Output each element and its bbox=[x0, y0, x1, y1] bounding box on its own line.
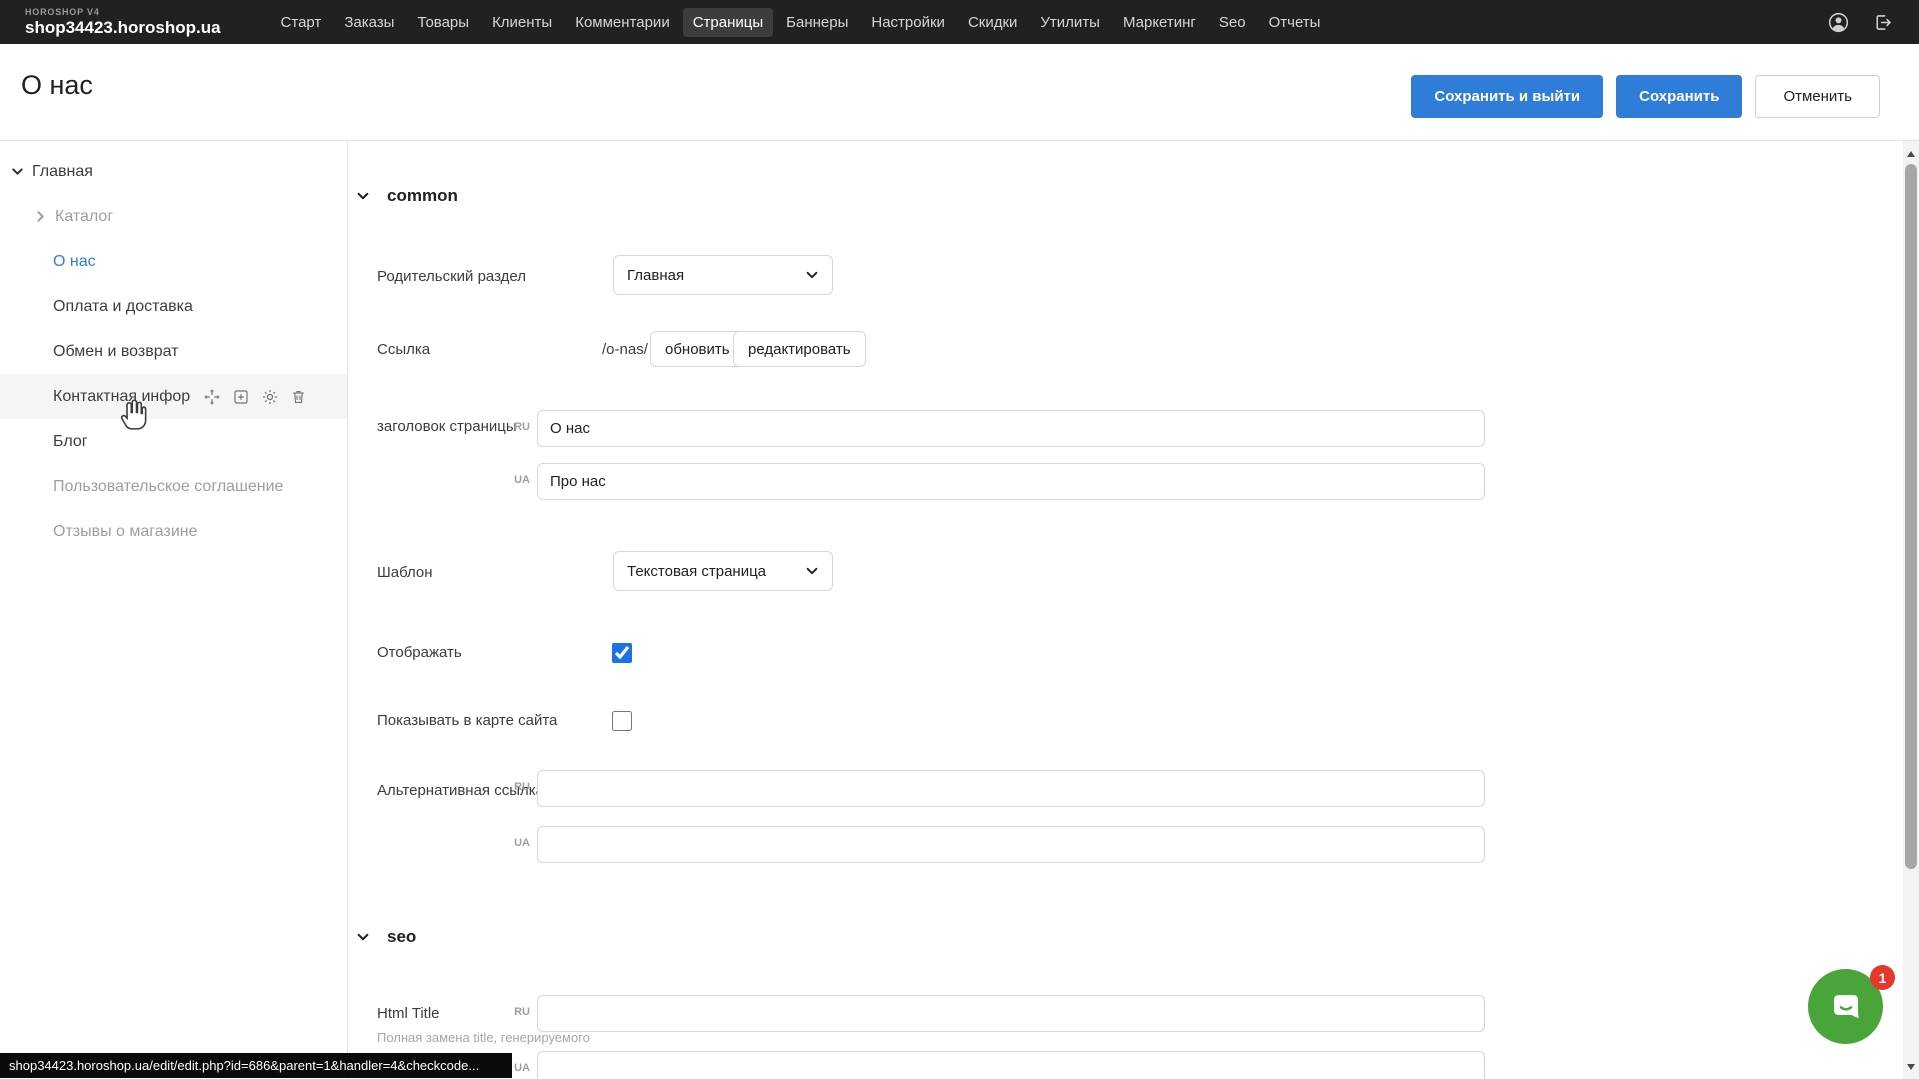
app-root: HOROSHOP V4 shop34423.horoshop.ua Старт … bbox=[0, 0, 1919, 1079]
section-title: common bbox=[387, 186, 458, 206]
link-refresh-button[interactable]: обновить bbox=[650, 331, 745, 367]
nav-seo[interactable]: Seo bbox=[1209, 8, 1256, 37]
sidebar-item-label: Отзывы о магазине bbox=[53, 523, 198, 541]
html-title-ua-input[interactable] bbox=[537, 1051, 1485, 1079]
section-common[interactable]: common bbox=[356, 186, 458, 206]
sidebar-item-about-us[interactable]: О нас bbox=[0, 239, 347, 284]
link-label: Ссылка bbox=[377, 341, 430, 358]
cancel-button[interactable]: Отменить bbox=[1755, 75, 1880, 118]
section-seo[interactable]: seo bbox=[356, 927, 416, 947]
status-url-tooltip: shop34423.horoshop.ua/edit/edit.php?id=6… bbox=[0, 1053, 512, 1078]
nav-discounts[interactable]: Скидки bbox=[958, 8, 1027, 37]
lang-badge-ru: RU bbox=[500, 421, 530, 433]
html-title-hint: Полная замена title, генерируемого bbox=[377, 1030, 590, 1045]
row-action-icons bbox=[203, 388, 307, 406]
parent-section-select[interactable]: Главная bbox=[613, 255, 833, 295]
status-url-text: shop34423.horoshop.ua/edit/edit.php?id=6… bbox=[9, 1058, 479, 1073]
sidebar-item-label: Главная bbox=[32, 163, 93, 181]
chat-widget-button[interactable]: 1 bbox=[1808, 969, 1883, 1044]
logo-version: HOROSHOP V4 bbox=[25, 8, 221, 17]
logout-icon[interactable] bbox=[1872, 12, 1893, 33]
nav-settings[interactable]: Настройки bbox=[861, 8, 955, 37]
save-and-exit-button[interactable]: Сохранить и выйти bbox=[1411, 75, 1603, 118]
sitemap-label: Показывать в карте сайта bbox=[377, 712, 557, 729]
logo[interactable]: HOROSHOP V4 shop34423.horoshop.ua bbox=[25, 8, 221, 36]
main-nav: Старт Заказы Товары Клиенты Комментарии … bbox=[271, 8, 1331, 37]
template-label: Шаблон bbox=[377, 564, 433, 581]
chat-unread-badge: 1 bbox=[1870, 965, 1895, 990]
section-title: seo bbox=[387, 927, 416, 947]
topbar-icons bbox=[1827, 11, 1893, 34]
sidebar-item-catalog[interactable]: Каталог bbox=[0, 194, 347, 239]
nav-reports[interactable]: Отчеты bbox=[1259, 8, 1331, 37]
header-buttons: Сохранить и выйти Сохранить Отменить bbox=[1411, 75, 1880, 118]
scrollbar-thumb[interactable] bbox=[1905, 164, 1917, 869]
nav-pages[interactable]: Страницы bbox=[683, 8, 773, 37]
sidebar-item-contact-info[interactable]: Контактная инфор bbox=[0, 374, 347, 419]
logo-domain: shop34423.horoshop.ua bbox=[25, 19, 221, 36]
sidebar-item-label: Блог bbox=[53, 433, 88, 451]
lang-badge-ua: UA bbox=[500, 474, 530, 486]
chat-bubble-icon bbox=[1827, 988, 1865, 1026]
page-title: О нас bbox=[21, 70, 93, 101]
chevron-down-icon[interactable] bbox=[10, 164, 26, 180]
sitemap-checkbox[interactable] bbox=[612, 711, 632, 731]
sidebar-item-label: Контактная инфор bbox=[53, 388, 190, 406]
nav-start[interactable]: Старт bbox=[271, 8, 332, 37]
sidebar-item-label: Обмен и возврат bbox=[53, 343, 178, 361]
chevron-down-icon bbox=[805, 268, 819, 282]
template-value: Текстовая страница bbox=[627, 563, 766, 580]
html-title-ru-input[interactable] bbox=[537, 995, 1485, 1032]
chevron-down-icon bbox=[805, 564, 819, 578]
scroll-up-arrow-icon[interactable] bbox=[1907, 151, 1915, 157]
sidebar-item-label: Пользовательское соглашение bbox=[53, 478, 283, 496]
chevron-down-icon bbox=[356, 188, 372, 204]
nav-comments[interactable]: Комментарии bbox=[565, 8, 679, 37]
alt-link-ua-input[interactable] bbox=[537, 826, 1485, 863]
page-title-ua-input[interactable] bbox=[537, 463, 1485, 500]
move-icon[interactable] bbox=[203, 388, 221, 406]
page-header: О нас Сохранить и выйти Сохранить Отмени… bbox=[0, 44, 1919, 141]
link-edit-button[interactable]: редактировать bbox=[733, 331, 866, 367]
nav-orders[interactable]: Заказы bbox=[334, 8, 404, 37]
chevron-right-icon[interactable] bbox=[33, 209, 49, 225]
sidebar-item-exchange-return[interactable]: Обмен и возврат bbox=[0, 329, 347, 374]
nav-marketing[interactable]: Маркетинг bbox=[1113, 8, 1206, 37]
lang-badge-ru: RU bbox=[500, 781, 530, 793]
nav-products[interactable]: Товары bbox=[407, 8, 479, 37]
parent-section-label: Родительский раздел bbox=[377, 268, 526, 285]
topbar: HOROSHOP V4 shop34423.horoshop.ua Старт … bbox=[0, 0, 1919, 44]
account-icon[interactable] bbox=[1827, 11, 1850, 34]
sidebar-item-payment-delivery[interactable]: Оплата и доставка bbox=[0, 284, 347, 329]
vertical-scrollbar[interactable] bbox=[1903, 141, 1919, 1079]
sidebar-item-label: Каталог bbox=[55, 208, 113, 226]
alt-link-ru-input[interactable] bbox=[537, 770, 1485, 807]
template-select[interactable]: Текстовая страница bbox=[613, 551, 833, 591]
lang-badge-ru: RU bbox=[500, 1006, 530, 1018]
parent-section-value: Главная bbox=[627, 267, 684, 284]
nav-clients[interactable]: Клиенты bbox=[482, 8, 562, 37]
save-button[interactable]: Сохранить bbox=[1616, 75, 1742, 118]
nav-utilities[interactable]: Утилиты bbox=[1030, 8, 1110, 37]
nav-banners[interactable]: Баннеры bbox=[776, 8, 858, 37]
html-title-label: Html Title bbox=[377, 1005, 440, 1022]
display-label: Отображать bbox=[377, 644, 462, 661]
link-value: /o-nas/ bbox=[602, 341, 648, 358]
delete-icon[interactable] bbox=[290, 388, 307, 406]
sidebar-item-user-agreement[interactable]: Пользовательское соглашение bbox=[0, 464, 347, 509]
sidebar-item-label: О нас bbox=[53, 253, 96, 271]
pages-tree-sidebar: Главная Каталог О нас Оплата и доставка … bbox=[0, 141, 348, 1079]
display-checkbox[interactable] bbox=[612, 643, 632, 663]
page-title-label: заголовок страницы bbox=[377, 418, 517, 435]
page-title-ru-input[interactable] bbox=[537, 410, 1485, 447]
sidebar-item-store-reviews[interactable]: Отзывы о магазине bbox=[0, 509, 347, 554]
sidebar-item-blog[interactable]: Блог bbox=[0, 419, 347, 464]
settings-icon[interactable] bbox=[261, 388, 279, 406]
chevron-down-icon bbox=[356, 929, 372, 945]
lang-badge-ua: UA bbox=[500, 837, 530, 849]
scroll-down-arrow-icon[interactable] bbox=[1907, 1064, 1915, 1070]
sidebar-item-home[interactable]: Главная bbox=[0, 149, 347, 194]
add-page-icon[interactable] bbox=[232, 388, 250, 406]
sidebar-item-label: Оплата и доставка bbox=[53, 298, 193, 316]
